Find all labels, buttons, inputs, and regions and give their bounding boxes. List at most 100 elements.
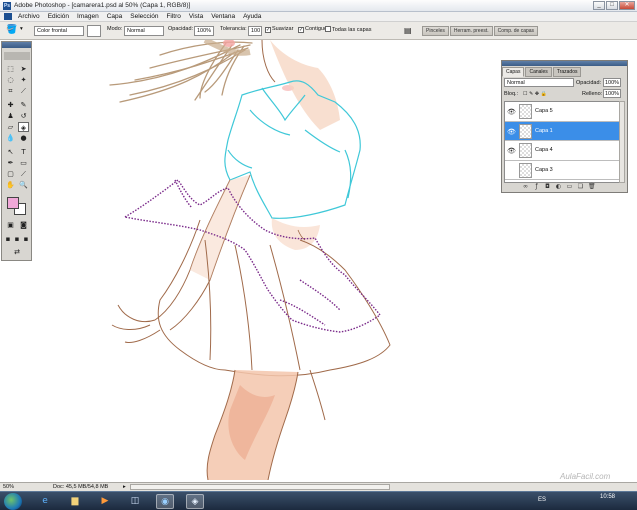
screen-mode-standard-icon[interactable]: ▪	[4, 234, 12, 244]
layer-style-icon[interactable]: ƒ	[533, 183, 540, 190]
tab-comp-capas[interactable]: Comp. de capas	[493, 26, 539, 36]
minimize-button[interactable]: _	[593, 1, 605, 10]
start-button[interactable]	[4, 493, 22, 510]
eye-icon[interactable]: 👁	[507, 147, 516, 155]
menu-filtro[interactable]: Filtro	[166, 13, 180, 20]
move-icon[interactable]: ➤	[18, 64, 29, 74]
shape-icon[interactable]: ▭	[18, 158, 29, 168]
menu-archivo[interactable]: Archivo	[18, 13, 40, 20]
eraser-icon[interactable]: ▱	[5, 122, 16, 132]
app-menu-icon[interactable]	[4, 13, 12, 20]
tab-capas[interactable]: Capas	[502, 67, 525, 77]
smooth-option[interactable]: ✓ Suavizar	[265, 26, 293, 33]
smooth-checkbox[interactable]: ✓	[265, 27, 271, 33]
horizontal-scrollbar[interactable]	[130, 484, 390, 490]
quick-mask-icon[interactable]: ◙	[18, 220, 29, 230]
mode-select[interactable]: Normal	[124, 26, 164, 36]
toolbox-header[interactable]	[2, 42, 31, 48]
tolerance-input[interactable]: 100	[248, 26, 262, 36]
dodge-icon[interactable]: ●	[18, 133, 29, 143]
link-layers-icon[interactable]: ∞	[522, 183, 529, 190]
foreground-color-swatch[interactable]	[7, 197, 19, 209]
screen-mode-full-menu-icon[interactable]: ▪	[13, 234, 21, 244]
media-player-icon[interactable]: ▶	[96, 494, 114, 509]
tab-trazados[interactable]: Trazados	[552, 67, 582, 77]
adjustment-layer-icon[interactable]: ◐	[555, 183, 562, 190]
taskbar-photoshop-icon[interactable]: ◉	[156, 494, 174, 509]
notes-icon[interactable]: ▢	[5, 169, 16, 179]
crop-icon[interactable]: ⌗	[5, 86, 16, 96]
slice-icon[interactable]: ⟋	[18, 86, 29, 96]
layer-mask-icon[interactable]: ◘	[544, 183, 551, 190]
opacity-input[interactable]: 100%	[194, 26, 214, 36]
all-layers-checkbox[interactable]	[325, 26, 331, 32]
standard-mode-icon[interactable]: ▣	[5, 220, 16, 230]
type-icon[interactable]: T	[18, 147, 29, 157]
taskbar-app-icon[interactable]: ◫	[126, 494, 144, 509]
screen-mode-full-icon[interactable]: ▪	[22, 234, 30, 244]
new-group-icon[interactable]: ▭	[566, 183, 573, 190]
brush-icon[interactable]: ✎	[18, 100, 29, 110]
menu-ayuda[interactable]: Ayuda	[243, 13, 261, 20]
explorer-folder-icon[interactable]: ▆	[66, 494, 84, 509]
maximize-button[interactable]: □	[606, 1, 618, 10]
path-selection-icon[interactable]: ↖	[5, 147, 16, 157]
contiguous-option[interactable]: ✓ Contiguo	[298, 26, 327, 33]
fill-input[interactable]: 100%	[603, 89, 621, 98]
zoom-icon[interactable]: 🔍	[18, 180, 29, 190]
layers-panel-header[interactable]	[502, 61, 627, 66]
toolbox-logo-icon[interactable]	[4, 52, 30, 60]
clock[interactable]: 10:58	[600, 494, 615, 500]
layer-row-capa-3[interactable]: Capa 3	[505, 161, 620, 180]
delete-layer-icon[interactable]: 🗑	[588, 183, 596, 190]
history-brush-icon[interactable]: ↺	[18, 111, 29, 121]
eye-icon[interactable]: 👁	[507, 108, 516, 116]
healing-brush-icon[interactable]: ✚	[5, 100, 16, 110]
menu-vista[interactable]: Vista	[189, 13, 203, 20]
menu-ventana[interactable]: Ventana	[211, 13, 235, 20]
status-arrow-icon[interactable]: ▸	[123, 484, 126, 490]
clone-stamp-icon[interactable]: ♟	[5, 111, 16, 121]
menu-capa[interactable]: Capa	[107, 13, 123, 20]
eyedropper-icon[interactable]: ⟋	[18, 169, 29, 179]
new-layer-icon[interactable]: ❏	[577, 183, 584, 190]
menu-imagen[interactable]: Imagen	[77, 13, 99, 20]
paint-bucket-tool-icon[interactable]: ◈	[18, 122, 29, 132]
pen-icon[interactable]: ✒	[5, 158, 16, 168]
taskbar-active-window-icon[interactable]: ◈	[186, 494, 204, 509]
hand-icon[interactable]: ✋	[5, 180, 16, 190]
eye-icon[interactable]: 👁	[507, 128, 516, 136]
internet-explorer-icon[interactable]: e	[36, 494, 54, 509]
lasso-icon[interactable]: ◌	[5, 75, 16, 85]
blend-mode-select[interactable]: Normal	[504, 78, 574, 87]
layer-row-capa-5[interactable]: 👁 Capa 5	[505, 102, 620, 122]
tab-pinceles[interactable]: Pinceles	[422, 26, 449, 36]
layer-row-capa-1[interactable]: 👁 Capa 1	[505, 121, 620, 141]
menu-seleccion[interactable]: Selección	[130, 13, 158, 20]
pattern-swatch[interactable]	[87, 25, 101, 37]
imageready-icon[interactable]: ⇄	[5, 247, 29, 257]
layer-row-capa-4[interactable]: 👁 Capa 4	[505, 141, 620, 161]
eye-hidden-icon[interactable]	[507, 167, 515, 175]
cheek-blush	[223, 40, 235, 47]
zoom-level[interactable]: 50%	[3, 484, 14, 490]
tool-preset-chevron-icon[interactable]: ▾	[20, 26, 23, 32]
menu-edicion[interactable]: Edición	[48, 13, 69, 20]
tab-canales[interactable]: Canales	[525, 67, 552, 77]
tab-herram-preest[interactable]: Herram. preest.	[449, 26, 493, 36]
paint-bucket-icon[interactable]: 🪣	[6, 25, 17, 35]
contiguous-checkbox[interactable]: ✓	[298, 27, 304, 33]
palette-well: Pinceles Herram. preest. Comp. de capas	[422, 26, 539, 36]
blur-icon[interactable]: 💧	[5, 133, 16, 143]
palette-well-icon[interactable]: ▤	[404, 26, 412, 35]
close-button[interactable]: ✕	[619, 1, 635, 10]
layer-thumbnail	[519, 162, 532, 178]
marquee-icon[interactable]: ⬚	[5, 64, 16, 74]
language-indicator[interactable]: ES	[538, 497, 546, 503]
layer-list-scrollbar[interactable]	[619, 101, 625, 183]
fill-source-select[interactable]: Color frontal	[34, 26, 84, 36]
magic-wand-icon[interactable]: ✦	[18, 75, 29, 85]
layer-opacity-input[interactable]: 100%	[603, 78, 621, 87]
lock-icons[interactable]: ☐ ✎ ✥ 🔒	[523, 89, 547, 99]
all-layers-option[interactable]: Todas las capas	[325, 26, 371, 33]
